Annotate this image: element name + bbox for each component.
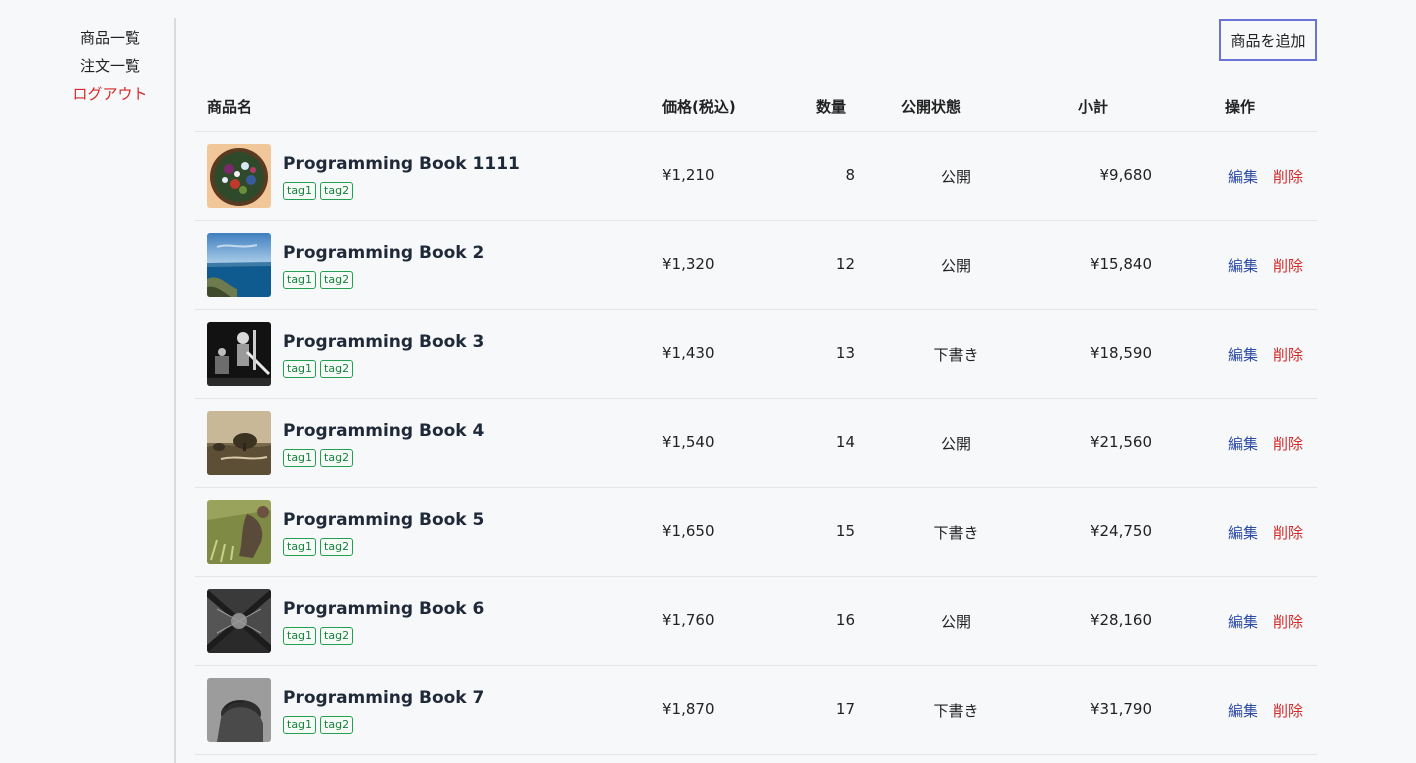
sidebar-item-orders[interactable]: 注文一覧 xyxy=(60,52,160,80)
product-tags: tag1 tag2 xyxy=(283,271,354,289)
product-name: Programming Book 1111 xyxy=(283,154,520,174)
edit-link[interactable]: 編集 xyxy=(1228,522,1258,543)
header-quantity: 数量 xyxy=(816,98,847,116)
product-name: Programming Book 7 xyxy=(283,688,485,708)
product-name: Programming Book 3 xyxy=(283,332,485,352)
product-tags: tag1 tag2 xyxy=(283,538,354,556)
product-thumbnail xyxy=(207,322,271,386)
add-product-button[interactable]: 商品を追加 xyxy=(1219,19,1317,61)
table-header: 商品名 価格(税込) 数量 公開状態 小計 操作 xyxy=(195,86,1317,132)
tag-badge: tag2 xyxy=(320,538,354,556)
product-price: ¥1,870 xyxy=(662,700,715,718)
table-row: Programming Book 6 tag1 tag2 ¥1,760 16 公開 ¥28,… xyxy=(195,577,1317,666)
product-name: Programming Book 4 xyxy=(283,421,485,441)
delete-link[interactable]: 削除 xyxy=(1273,611,1303,632)
product-price: ¥1,210 xyxy=(662,166,715,184)
product-price: ¥1,650 xyxy=(662,522,715,540)
tag-badge: tag2 xyxy=(320,360,354,378)
tag-badge: tag1 xyxy=(283,716,317,734)
tag-badge: tag2 xyxy=(320,449,354,467)
table-row: Programming Book 5 tag1 tag2 ¥1,650 15 下書き ¥24… xyxy=(195,488,1317,577)
edit-link[interactable]: 編集 xyxy=(1228,344,1258,365)
product-thumbnail xyxy=(207,589,271,653)
header-subtotal: 小計 xyxy=(1078,98,1109,116)
tag-badge: tag2 xyxy=(320,271,354,289)
header-price: 価格(税込) xyxy=(662,98,736,116)
product-quantity: 15 xyxy=(835,522,855,540)
product-subtotal: ¥18,590 xyxy=(1089,344,1152,362)
product-quantity: 13 xyxy=(835,344,855,362)
product-thumbnail xyxy=(207,411,271,475)
table-body: Programming Book 1111 tag1 tag2 ¥1,210 8 公開 ¥9… xyxy=(195,132,1317,755)
product-quantity: 16 xyxy=(835,611,855,629)
edit-link[interactable]: 編集 xyxy=(1228,611,1258,632)
tag-badge: tag1 xyxy=(283,538,317,556)
sidebar-nav: 商品一覧 注文一覧 ログアウト xyxy=(60,24,160,108)
sidebar: 商品一覧 注文一覧 ログアウト xyxy=(0,18,176,763)
product-subtotal: ¥9,680 xyxy=(1099,166,1153,184)
product-quantity: 14 xyxy=(835,433,855,451)
product-tags: tag1 tag2 xyxy=(283,716,354,734)
product-price: ¥1,320 xyxy=(662,255,715,273)
product-status: 公開 xyxy=(940,435,971,453)
header-product-name: 商品名 xyxy=(207,98,253,116)
tag-badge: tag1 xyxy=(283,271,317,289)
tag-badge: tag2 xyxy=(320,716,354,734)
product-name: Programming Book 5 xyxy=(283,510,485,530)
table-row: Programming Book 2 tag1 tag2 ¥1,320 12 公開 ¥15,… xyxy=(195,221,1317,310)
product-tags: tag1 tag2 xyxy=(283,449,354,467)
table-row: Programming Book 4 tag1 tag2 ¥1,540 14 公開 ¥21,… xyxy=(195,399,1317,488)
product-subtotal: ¥24,750 xyxy=(1089,522,1152,540)
edit-link[interactable]: 編集 xyxy=(1228,700,1258,721)
header-actions: 操作 xyxy=(1225,98,1256,116)
product-subtotal: ¥31,790 xyxy=(1089,700,1152,718)
delete-link[interactable]: 削除 xyxy=(1273,522,1303,543)
product-subtotal: ¥21,560 xyxy=(1089,433,1152,451)
tag-badge: tag1 xyxy=(283,627,317,645)
tag-badge: tag2 xyxy=(320,182,354,200)
product-quantity: 8 xyxy=(845,166,855,184)
table-row: Programming Book 1111 tag1 tag2 ¥1,210 8 公開 ¥9… xyxy=(195,132,1317,221)
product-price: ¥1,760 xyxy=(662,611,715,629)
product-tags: tag1 tag2 xyxy=(283,627,354,645)
table-row: Programming Book 3 tag1 tag2 ¥1,430 13 下書き ¥18… xyxy=(195,310,1317,399)
product-tags: tag1 tag2 xyxy=(283,182,354,200)
delete-link[interactable]: 削除 xyxy=(1273,700,1303,721)
delete-link[interactable]: 削除 xyxy=(1273,255,1303,276)
product-quantity: 12 xyxy=(835,255,855,273)
product-quantity: 17 xyxy=(835,700,855,718)
delete-link[interactable]: 削除 xyxy=(1273,433,1303,454)
edit-link[interactable]: 編集 xyxy=(1228,433,1258,454)
edit-link[interactable]: 編集 xyxy=(1228,166,1258,187)
product-thumbnail xyxy=(207,500,271,564)
product-name: Programming Book 2 xyxy=(283,243,485,263)
product-price: ¥1,430 xyxy=(662,344,715,362)
product-status: 公開 xyxy=(940,168,971,186)
product-thumbnail xyxy=(207,144,271,208)
product-price: ¥1,540 xyxy=(662,433,715,451)
product-status: 下書き xyxy=(933,702,979,720)
sidebar-item-products[interactable]: 商品一覧 xyxy=(60,24,160,52)
main-content: 商品を追加 商品名 価格(税込) 数量 公開状態 小計 操作 Programmi… xyxy=(195,18,1317,763)
table-row: Programming Book 7 tag1 tag2 ¥1,870 17 下書き ¥31… xyxy=(195,666,1317,755)
product-subtotal: ¥15,840 xyxy=(1089,255,1152,273)
product-status: 下書き xyxy=(933,524,979,542)
tag-badge: tag1 xyxy=(283,449,317,467)
tag-badge: tag1 xyxy=(283,360,317,378)
edit-link[interactable]: 編集 xyxy=(1228,255,1258,276)
product-subtotal: ¥28,160 xyxy=(1089,611,1152,629)
tag-badge: tag1 xyxy=(283,182,317,200)
header-status: 公開状態 xyxy=(901,98,962,116)
product-tags: tag1 tag2 xyxy=(283,360,354,378)
product-status: 公開 xyxy=(940,257,971,275)
product-thumbnail xyxy=(207,678,271,742)
sidebar-item-logout[interactable]: ログアウト xyxy=(60,80,160,108)
delete-link[interactable]: 削除 xyxy=(1273,166,1303,187)
tag-badge: tag2 xyxy=(320,627,354,645)
product-name: Programming Book 6 xyxy=(283,599,485,619)
product-status: 公開 xyxy=(940,613,971,631)
product-status: 下書き xyxy=(933,346,979,364)
delete-link[interactable]: 削除 xyxy=(1273,344,1303,365)
product-thumbnail xyxy=(207,233,271,297)
